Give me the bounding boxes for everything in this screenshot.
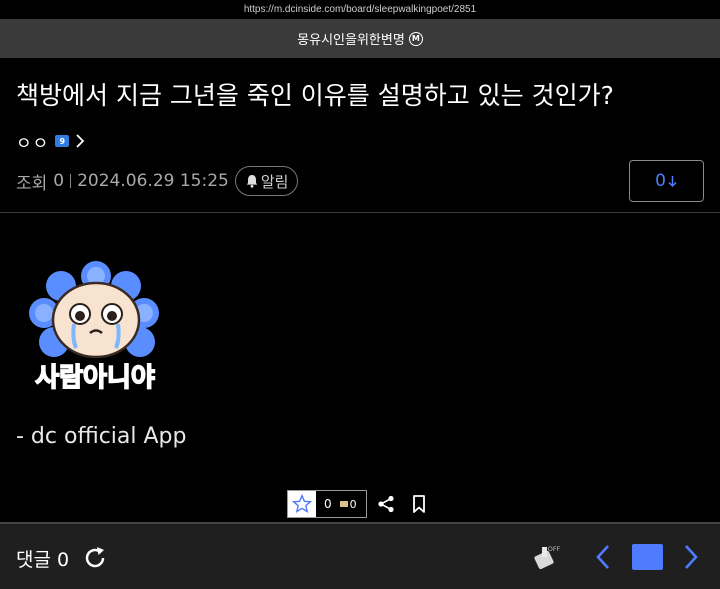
image-recommend-count-wrap[interactable]: 0 <box>339 497 357 511</box>
sticker-image: 사람아니야 <box>29 261 159 394</box>
list-icon[interactable] <box>632 544 663 570</box>
author-badge-icon: 9 <box>55 135 70 147</box>
address-bar[interactable]: https://m.dcinside.com/board/sleepwalkin… <box>0 0 720 19</box>
comment-label: 댓글 <box>16 549 51 571</box>
alarm-button[interactable]: 알림 <box>234 166 299 196</box>
bookmark-icon[interactable] <box>412 495 426 513</box>
author-row[interactable]: ㅇㅇ 9 <box>16 129 85 154</box>
views-label: 조회 <box>16 173 48 194</box>
post-meta: 조회 0 2024.06.29 15:25 알림 <box>16 165 299 197</box>
ai-toggle-label: OFF <box>548 545 561 553</box>
refresh-icon[interactable] <box>82 545 108 571</box>
image-recommend-count: 0 <box>349 497 357 511</box>
share-icon[interactable] <box>377 495 395 513</box>
recommend-count: 0 <box>324 497 332 511</box>
sticker-text: 사람아니야 <box>35 363 155 393</box>
chevron-right-icon[interactable] <box>681 543 701 571</box>
recommend-button[interactable] <box>288 491 316 517</box>
comment-jump-button[interactable]: 0 <box>629 160 704 202</box>
arrow-down-icon <box>668 176 677 188</box>
header-divider <box>0 212 720 213</box>
bell-icon <box>246 175 258 188</box>
post-body-text: - dc official App <box>16 424 187 449</box>
comment-jump-count: 0 <box>655 171 666 191</box>
ai-off-icon[interactable]: OFF <box>532 542 562 572</box>
alarm-label: 알림 <box>260 172 289 191</box>
gallery-header[interactable]: 몽유시인을위한변명 M <box>0 19 720 58</box>
post-title: 책방에서 지금 그년을 죽인 이유를 설명하고 있는 것인가? <box>16 81 614 110</box>
star-icon <box>292 494 312 513</box>
minor-gallery-badge: M <box>408 31 423 46</box>
post-date: 2024.06.29 15:25 <box>77 171 229 191</box>
meta-divider <box>70 174 72 188</box>
chevron-left-icon[interactable] <box>593 543 613 571</box>
gallery-name[interactable]: 몽유시인을위한변명 <box>297 29 405 48</box>
recommend-box[interactable]: 0 0 <box>287 490 367 518</box>
comment-summary[interactable]: 댓글 0 <box>16 545 69 572</box>
author-name[interactable]: ㅇㅇ <box>16 129 49 154</box>
bottom-bar: 댓글 0 OFF <box>0 522 720 589</box>
image-icon <box>339 501 348 507</box>
chevron-right-icon[interactable] <box>75 133 85 149</box>
comment-count: 0 <box>57 549 70 571</box>
views-count: 0 <box>53 171 65 191</box>
